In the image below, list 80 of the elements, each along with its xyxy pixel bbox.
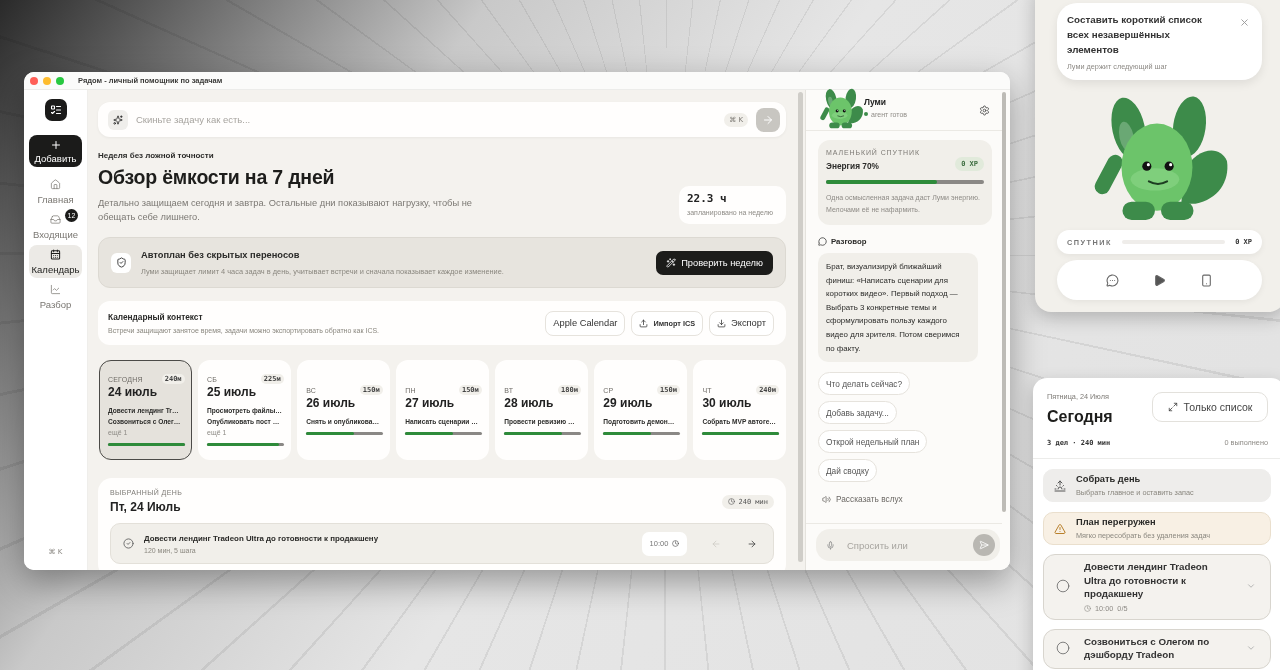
chevron-down-icon[interactable]: [1246, 643, 1256, 653]
plus-icon: [49, 138, 62, 151]
play-icon[interactable]: [1153, 273, 1166, 287]
send-icon: [979, 540, 989, 550]
status-dot-icon: [864, 112, 868, 116]
chat-input[interactable]: Спросить или: [847, 539, 961, 551]
assistant-name: Луми: [864, 96, 888, 107]
day-title: Пт, 24 Июль: [110, 500, 182, 514]
card-title: Календарный контекст: [108, 312, 204, 322]
inbox-icon: [50, 213, 61, 225]
calendar-icon: [50, 248, 61, 260]
sparkle-icon: [108, 109, 128, 130]
clock-icon: [672, 540, 680, 547]
date-label: 25 июль: [207, 385, 258, 399]
warning-icon: [1054, 522, 1066, 535]
empty-circle-icon[interactable]: [1056, 579, 1070, 594]
minimize-window-button[interactable]: [43, 76, 51, 85]
upload-icon: [639, 318, 649, 328]
settings-icon[interactable]: [979, 104, 990, 116]
date-label: 30 июль: [702, 396, 753, 410]
arrow-right-icon: [747, 538, 757, 549]
close-window-button[interactable]: [30, 76, 38, 85]
chat-input-field[interactable]: Спросить или: [816, 529, 1000, 561]
close-icon[interactable]: [1239, 17, 1250, 28]
calendar-action-button[interactable]: Экспорт: [709, 310, 774, 336]
sidebar-nav-item[interactable]: Разбор: [29, 280, 82, 313]
action-title: Собрать день: [1076, 474, 1142, 484]
date-label: 28 июль: [504, 396, 555, 410]
maximize-window-button[interactable]: [56, 76, 64, 85]
date-label: 27 июль: [405, 396, 456, 410]
checklist-logo-icon[interactable]: [44, 99, 67, 121]
clock-icon: [728, 498, 736, 505]
page-title: Обзор ёмкости на 7 дней: [98, 166, 336, 189]
next-step-title: Составить короткий список всех незавершённых элементов: [1067, 13, 1203, 57]
suggestion-chip[interactable]: Открой недельный план: [818, 430, 928, 454]
arrow-right-icon: [762, 113, 774, 126]
task-title: Довести лендинг Tradeon Ultra до готовности к продакшену: [1084, 560, 1209, 601]
section-eyebrow: Неделя без ложной точности: [98, 151, 215, 160]
suggestion-chip[interactable]: Что делать сейчас?: [818, 372, 911, 396]
suggestion-chip[interactable]: Дай сводку: [818, 459, 877, 483]
page-description: Детально защищаем сегодня и завтра. Остальные дни показывают нагрузку, чтобы не обещать себе лишнего.: [98, 197, 473, 224]
energy-label: Энергия 70%: [826, 161, 880, 171]
empty-circle-icon[interactable]: [1056, 641, 1070, 655]
expand-icon: [1167, 402, 1178, 412]
clock-icon: [1084, 604, 1091, 612]
task-title: Созвониться с Олегом по дэшборду Tradeon: [1084, 634, 1211, 662]
task-card[interactable]: Созвониться с Олегом по дэшборду Tradeon: [1043, 628, 1271, 669]
sidebar-nav-item[interactable]: Календарь: [29, 245, 82, 278]
send-button[interactable]: [973, 534, 995, 556]
search-input[interactable]: Скиньте задачу как есть...: [136, 114, 717, 125]
home-icon: [50, 178, 61, 190]
speaker-icon: [822, 494, 831, 504]
add-button[interactable]: Добавить: [29, 135, 82, 167]
sidebar-nav-item[interactable]: Главная: [29, 175, 82, 208]
phone-icon[interactable]: [1200, 273, 1213, 287]
suggestion-chip[interactable]: Добавь задачу...: [818, 401, 897, 425]
wand-icon: [666, 257, 677, 268]
shield-icon: [111, 252, 131, 273]
scrollbar-thumb[interactable]: [798, 92, 803, 562]
chat-icon[interactable]: [1106, 273, 1119, 287]
calendar-action-button[interactable]: Apple Calendar: [545, 310, 626, 336]
send-button[interactable]: [756, 107, 780, 132]
check-circle-icon[interactable]: [123, 538, 134, 549]
sunrise-icon: [1054, 479, 1066, 492]
stat-value: 22.3 ч: [687, 192, 728, 205]
chart-icon: [50, 283, 61, 295]
microphone-icon: [826, 540, 835, 550]
list-only-button[interactable]: Только список: [1152, 392, 1268, 422]
date-label: 26 июль: [306, 396, 357, 410]
card-title: Автоплан без скрытых переносов: [141, 249, 301, 260]
arrow-left-icon: [711, 538, 721, 549]
check-week-button[interactable]: Проверить неделю: [656, 250, 773, 275]
date-label: 24 июль: [108, 385, 158, 399]
scrollbar-thumb[interactable]: [1002, 92, 1006, 512]
widget-title: Сегодня: [1047, 408, 1113, 426]
read-aloud-button[interactable]: Рассказать вслух: [822, 494, 903, 505]
download-icon: [717, 318, 727, 328]
action-title: План перегружен: [1076, 517, 1157, 527]
chat-icon: [818, 237, 827, 246]
date-label: 29 июль: [603, 396, 654, 410]
